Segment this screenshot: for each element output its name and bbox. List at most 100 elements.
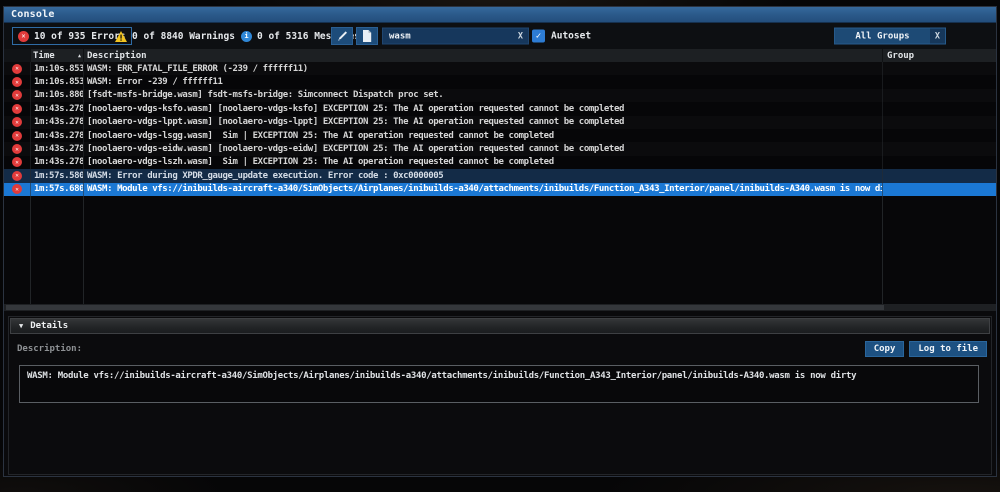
search-input[interactable]: [383, 31, 513, 41]
description-label: Description:: [17, 344, 82, 354]
error-icon: ✕: [18, 31, 29, 42]
groups-dropdown[interactable]: All Groups X: [834, 28, 946, 45]
log-row[interactable]: ✕ 1m:10s.853m WASM: ERR_FATAL_FILE_ERROR…: [4, 62, 996, 75]
error-icon: ✕: [12, 90, 22, 100]
error-icon: ✕: [12, 171, 22, 181]
log-file-button[interactable]: [356, 27, 378, 45]
log-table: Time ▲ Description Group ✕ 1m:10s.853m W…: [4, 49, 996, 311]
row-description: WASM: ERR_FATAL_FILE_ERROR (-239 / fffff…: [84, 62, 883, 75]
groups-dropdown-label: All Groups: [835, 31, 930, 41]
error-glyph: ✕: [15, 105, 19, 112]
severity-column-header[interactable]: [4, 49, 31, 62]
error-icon: ✕: [12, 64, 22, 74]
console-window: Console ✕ 10 of 935 Errors 0 of 8840 War…: [3, 6, 997, 477]
row-time: 1m:43s.278m: [31, 102, 84, 115]
window-titlebar[interactable]: Console: [4, 7, 996, 23]
details-description-row: Description: Copy Log to file: [17, 341, 987, 357]
log-row[interactable]: ✕ 1m:43s.278m [noolaero-vdgs-lszh.wasm] …: [4, 156, 996, 169]
error-icon: ✕: [12, 117, 22, 127]
log-row[interactable]: ✕ 1m:57s.580m WASM: Error during XPDR_ga…: [4, 169, 996, 182]
groups-clear-button[interactable]: X: [930, 29, 945, 44]
row-description: WASM: Module vfs://inibuilds-aircraft-a3…: [84, 183, 883, 196]
error-icon: ✕: [12, 144, 22, 154]
row-group: [883, 75, 996, 88]
error-glyph: ✕: [15, 79, 19, 86]
autoset-checkbox[interactable]: ✓: [532, 30, 545, 43]
log-row[interactable]: ✕ 1m:43s.278m [noolaero-vdgs-lsgg.wasm] …: [4, 129, 996, 142]
description-text-box[interactable]: WASM: Module vfs://inibuilds-aircraft-a3…: [19, 365, 979, 403]
row-group: [883, 129, 996, 142]
search-box: X: [382, 28, 529, 45]
row-description: WASM: Error -239 / ffffff11: [84, 75, 883, 88]
time-column-header[interactable]: Time ▲: [31, 49, 84, 62]
error-glyph: ✕: [15, 65, 19, 72]
log-row[interactable]: ✕ 1m:43s.278m [noolaero-vdgs-ksfo.wasm] …: [4, 102, 996, 115]
row-group: [883, 89, 996, 102]
horizontal-scrollbar[interactable]: [4, 304, 996, 311]
error-glyph: ✕: [15, 159, 19, 166]
error-glyph: ✕: [15, 132, 19, 139]
error-glyph: ✕: [15, 186, 19, 193]
row-group: [883, 183, 996, 196]
row-description: [noolaero-vdgs-lsgg.wasm] Sim | EXCEPTIO…: [84, 129, 883, 142]
row-description: [noolaero-vdgs-lszh.wasm] Sim | EXCEPTIO…: [84, 156, 883, 169]
details-panel: ▼ Details Description: Copy Log to file …: [8, 316, 992, 475]
table-empty-area: [4, 196, 996, 304]
error-icon: ✕: [12, 184, 22, 194]
search-clear-button[interactable]: X: [513, 31, 528, 41]
description-column-header[interactable]: Description: [84, 49, 883, 62]
log-rows: ✕ 1m:10s.853m WASM: ERR_FATAL_FILE_ERROR…: [4, 62, 996, 196]
log-row[interactable]: ✕ 1m:43s.278m [noolaero-vdgs-lppt.wasm] …: [4, 116, 996, 129]
row-description: [noolaero-vdgs-eidw.wasm] [noolaero-vdgs…: [84, 142, 883, 155]
row-group: [883, 169, 996, 182]
autoset-control: ✓ Autoset: [532, 30, 591, 43]
details-header-label: Details: [30, 321, 68, 331]
window-title: Console: [11, 9, 55, 20]
desktop-background: { "window": { "title": "Console" }, "too…: [0, 0, 1000, 492]
log-row[interactable]: ✕ 1m:10s.880m [fsdt-msfs-bridge.wasm] fs…: [4, 89, 996, 102]
log-row[interactable]: ✕ 1m:10s.853m WASM: Error -239 / ffffff1…: [4, 75, 996, 88]
console-toolbar: ✕ 10 of 935 Errors 0 of 8840 Warnings i …: [4, 23, 996, 49]
log-table-header: Time ▲ Description Group: [4, 49, 996, 62]
row-time: 1m:57s.580m: [31, 169, 84, 182]
warning-icon: [115, 31, 127, 42]
details-header[interactable]: ▼ Details: [10, 318, 990, 334]
horizontal-scrollbar-thumb[interactable]: [6, 305, 884, 310]
pencil-icon: [336, 30, 348, 42]
log-row[interactable]: ✕ 1m:57s.680m WASM: Module vfs://inibuil…: [4, 183, 996, 196]
sort-asc-icon: ▲: [78, 53, 83, 59]
row-time: 1m:57s.680m: [31, 183, 84, 196]
row-time: 1m:43s.278m: [31, 142, 84, 155]
error-glyph: ✕: [15, 146, 19, 153]
row-group: [883, 156, 996, 169]
error-glyph: ✕: [15, 92, 19, 99]
row-group: [883, 62, 996, 75]
document-icon: [362, 30, 372, 42]
row-description: [noolaero-vdgs-lppt.wasm] [noolaero-vdgs…: [84, 116, 883, 129]
row-time: 1m:43s.278m: [31, 129, 84, 142]
log-to-file-button[interactable]: Log to file: [909, 341, 987, 357]
copy-button[interactable]: Copy: [865, 341, 905, 357]
info-icon: i: [241, 31, 252, 42]
error-icon: ✕: [12, 104, 22, 114]
row-time: 1m:10s.880m: [31, 89, 84, 102]
row-time: 1m:10s.853m: [31, 62, 84, 75]
row-group: [883, 116, 996, 129]
warnings-filter-label: 0 of 8840 Warnings: [132, 31, 235, 42]
error-glyph: ✕: [15, 119, 19, 126]
log-row[interactable]: ✕ 1m:43s.278m [noolaero-vdgs-eidw.wasm] …: [4, 142, 996, 155]
collapse-icon: ▼: [19, 322, 23, 330]
group-column-header[interactable]: Group: [883, 49, 996, 62]
error-icon: ✕: [12, 157, 22, 167]
clear-console-button[interactable]: [331, 27, 353, 45]
row-time: 1m:43s.278m: [31, 156, 84, 169]
error-glyph: ✕: [15, 172, 19, 179]
row-time: 1m:10s.853m: [31, 75, 84, 88]
row-description: WASM: Error during XPDR_gauge_update exe…: [84, 169, 883, 182]
row-group: [883, 102, 996, 115]
warnings-filter-toggle[interactable]: 0 of 8840 Warnings: [110, 27, 240, 45]
row-description: [noolaero-vdgs-ksfo.wasm] [noolaero-vdgs…: [84, 102, 883, 115]
error-icon: ✕: [12, 131, 22, 141]
row-time: 1m:43s.278m: [31, 116, 84, 129]
row-description: [fsdt-msfs-bridge.wasm] fsdt-msfs-bridge…: [84, 89, 883, 102]
